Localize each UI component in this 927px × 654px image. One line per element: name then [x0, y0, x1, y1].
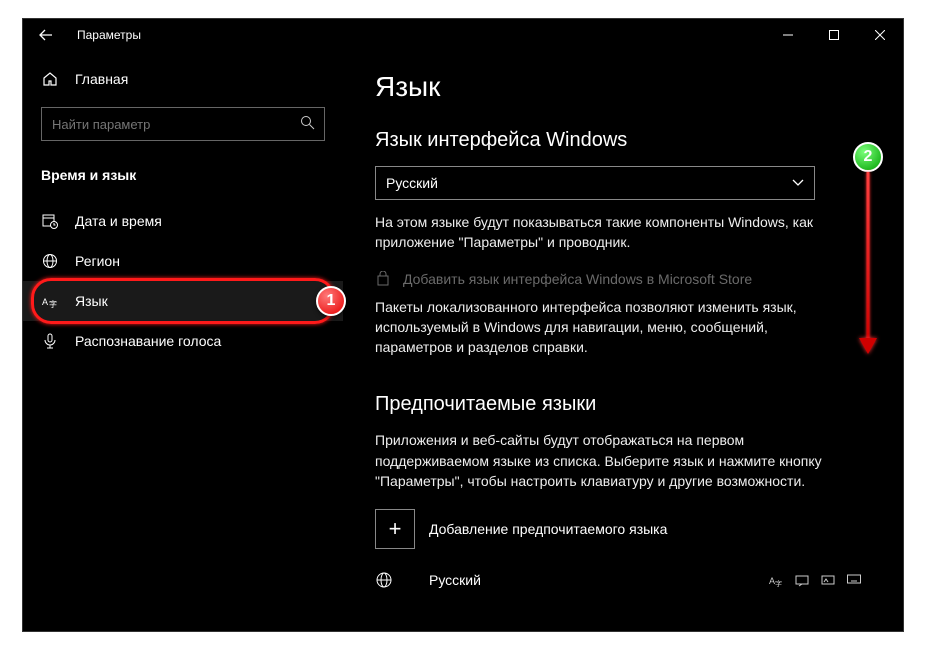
preferred-languages-description: Приложения и веб-сайты будут отображатьс… — [375, 430, 835, 491]
microphone-icon — [41, 333, 59, 349]
titlebar: Параметры — [23, 19, 903, 51]
sidebar-item-label: Распознавание голоса — [75, 333, 221, 349]
display-language-description: На этом языке будут показываться такие к… — [375, 212, 835, 253]
home-icon — [41, 71, 59, 87]
search-icon — [300, 115, 315, 130]
keyboard-icon — [847, 573, 861, 587]
sidebar: Главная Время и язык Дата и время — [23, 51, 343, 631]
add-language-store-link[interactable]: Добавить язык интерфейса Windows в Micro… — [375, 271, 871, 287]
sidebar-item-region[interactable]: Регион — [23, 241, 343, 281]
annotation-arrow-line — [867, 172, 870, 342]
text-to-speech-icon: A字 — [769, 573, 783, 587]
speech-icon — [795, 573, 809, 587]
store-bag-icon — [375, 271, 391, 287]
dropdown-value: Русский — [386, 175, 438, 191]
sidebar-section-title: Время и язык — [23, 159, 343, 201]
language-feature-icons: A字 — [769, 573, 871, 587]
main-panel: Язык Язык интерфейса Windows Русский На … — [343, 51, 903, 631]
search-box[interactable] — [41, 107, 325, 141]
sidebar-item-label: Дата и время — [75, 213, 162, 229]
store-link-label: Добавить язык интерфейса Windows в Micro… — [403, 271, 752, 287]
plus-icon: + — [375, 509, 415, 549]
sidebar-item-speech[interactable]: Распознавание голоса — [23, 321, 343, 361]
section-display-language-title: Язык интерфейса Windows — [375, 129, 871, 152]
language-entry[interactable]: Русский A字 — [375, 567, 871, 589]
handwriting-icon — [821, 573, 835, 587]
back-button[interactable] — [37, 26, 55, 44]
svg-text:字: 字 — [775, 579, 782, 587]
calendar-clock-icon — [41, 213, 59, 229]
annotation-2: 2 — [853, 142, 883, 172]
add-language-label: Добавление предпочитаемого языка — [429, 521, 667, 537]
annotation-badge-1: 1 — [316, 286, 346, 316]
language-icon: A字 — [41, 293, 59, 309]
sidebar-home[interactable]: Главная — [23, 61, 343, 97]
globe-icon — [41, 253, 59, 269]
sidebar-home-label: Главная — [75, 71, 128, 87]
sidebar-item-label: Регион — [75, 253, 120, 269]
search-input[interactable] — [41, 107, 325, 141]
maximize-button[interactable] — [811, 19, 857, 51]
add-preferred-language-button[interactable]: + Добавление предпочитаемого языка — [375, 509, 871, 549]
annotation-arrow-head — [859, 338, 877, 354]
sidebar-item-datetime[interactable]: Дата и время — [23, 201, 343, 241]
chevron-down-icon — [792, 179, 804, 187]
section-preferred-languages-title: Предпочитаемые языки — [375, 393, 871, 416]
annotation-badge-2: 2 — [853, 142, 883, 172]
minimize-button[interactable] — [765, 19, 811, 51]
svg-text:字: 字 — [49, 299, 57, 309]
svg-text:A: A — [42, 297, 48, 307]
language-entry-label: Русский — [429, 572, 755, 588]
display-language-dropdown[interactable]: Русский — [375, 166, 815, 200]
language-pack-description: Пакеты локализованного интерфейса позвол… — [375, 297, 835, 358]
globe-language-icon — [375, 571, 415, 589]
sidebar-item-language[interactable]: A字 Язык 1 — [23, 281, 343, 321]
settings-window: Параметры Главная Врем — [22, 18, 904, 632]
page-heading: Язык — [375, 71, 871, 103]
window-title: Параметры — [77, 28, 141, 42]
close-button[interactable] — [857, 19, 903, 51]
sidebar-item-label: Язык — [75, 293, 108, 309]
